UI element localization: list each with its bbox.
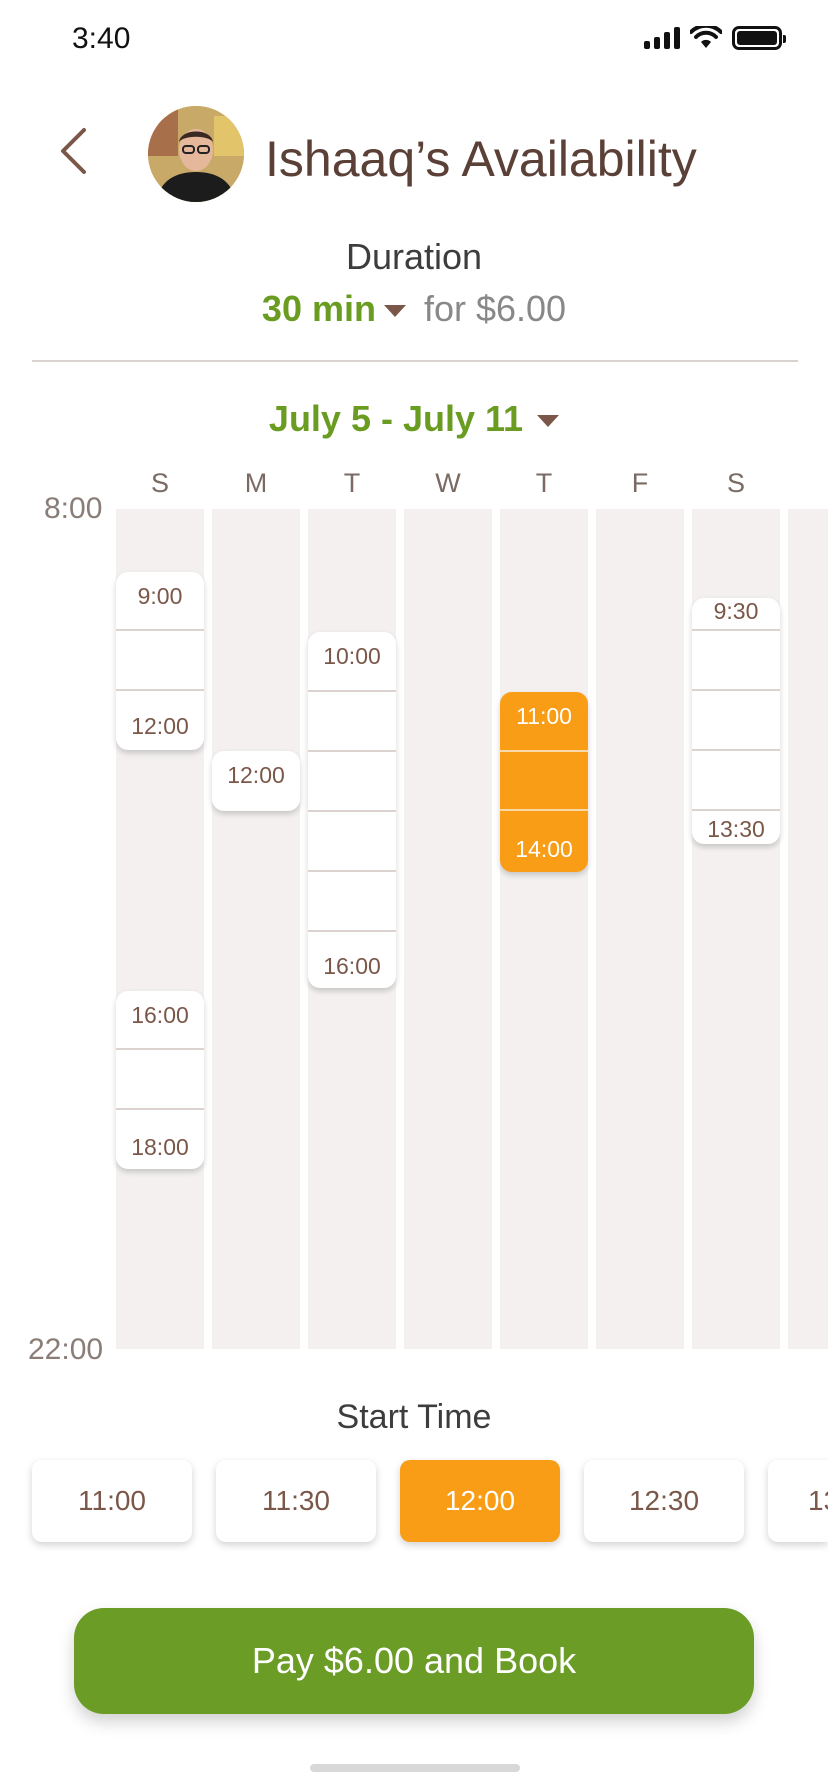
availability-block[interactable]: 10:00 16:00 xyxy=(308,632,396,988)
chevron-left-icon xyxy=(61,128,86,174)
start-time-label: Start Time xyxy=(336,1398,492,1436)
profile-photo xyxy=(148,106,244,202)
availability-block[interactable]: 12:00 xyxy=(212,751,300,811)
start-time-option[interactable]: 11:00 xyxy=(32,1460,192,1542)
block-end-time: 16:00 xyxy=(323,953,381,979)
week-dropdown[interactable]: July 5 - July 11 xyxy=(0,398,828,440)
home-indicator xyxy=(310,1764,520,1772)
wifi-icon xyxy=(690,26,722,48)
caret-down-icon xyxy=(383,305,406,317)
duration-label: Duration xyxy=(345,236,483,277)
day-column-next xyxy=(788,509,828,1349)
day-column-fri xyxy=(596,509,684,1349)
day-column-thu xyxy=(500,509,588,1349)
block-start-time: 16:00 xyxy=(131,1002,189,1028)
day-label-mon: M xyxy=(244,468,268,498)
start-time-option[interactable]: 13:00 xyxy=(768,1460,828,1542)
block-end-time: 14:00 xyxy=(515,836,573,862)
block-start-time: 9:00 xyxy=(137,583,183,609)
duration-value: 30 min xyxy=(261,288,376,329)
time-label-end: 22:00 xyxy=(28,1333,104,1366)
duration-dropdown[interactable]: 30 min xyxy=(262,288,406,330)
availability-block[interactable]: 9:30 13:30 xyxy=(692,598,780,844)
day-label-fri: F xyxy=(631,468,649,498)
block-start-time: 12:00 xyxy=(227,762,285,788)
status-icons xyxy=(644,26,786,50)
block-end-time: 13:30 xyxy=(707,816,765,842)
block-end-time: 18:00 xyxy=(131,1134,189,1160)
block-start-time: 9:30 xyxy=(713,598,759,624)
status-time: 3:40 xyxy=(72,22,131,55)
divider xyxy=(32,360,798,362)
start-time-option[interactable]: 11:30 xyxy=(216,1460,376,1542)
duration-price: for $6.00 xyxy=(423,288,567,329)
day-label-wed: W xyxy=(435,468,461,498)
pay-and-book-button[interactable]: Pay $6.00 and Book xyxy=(74,1608,754,1714)
block-end-time: 12:00 xyxy=(131,713,189,739)
start-time-option[interactable]: 12:30 xyxy=(584,1460,744,1542)
day-label-thu: T xyxy=(535,468,553,498)
cellular-signal-icon xyxy=(644,27,680,49)
day-label-sun: S xyxy=(150,468,169,498)
availability-block-selected[interactable]: 11:00 14:00 xyxy=(500,692,588,872)
day-label-tue: T xyxy=(343,468,361,498)
week-label: July 5 - July 11 xyxy=(268,398,524,439)
status-bar: 3:40 xyxy=(0,0,828,80)
battery-icon xyxy=(732,26,786,50)
availability-block[interactable]: 9:00 12:00 xyxy=(116,572,204,750)
day-column-wed xyxy=(404,509,492,1349)
start-time-option-selected[interactable]: 12:00 xyxy=(400,1460,560,1542)
duration-row: 30 min for $6.00 xyxy=(0,288,828,330)
page-title: Ishaaq’s Availability xyxy=(265,131,697,187)
time-label-start: 8:00 xyxy=(44,492,103,525)
block-start-time: 11:00 xyxy=(516,703,572,729)
block-start-time: 10:00 xyxy=(323,643,381,669)
avatar xyxy=(148,106,244,202)
availability-block[interactable]: 16:00 18:00 xyxy=(116,991,204,1169)
back-button[interactable] xyxy=(48,118,98,184)
day-column-mon xyxy=(212,509,300,1349)
caret-down-icon xyxy=(537,415,560,427)
day-label-sat: S xyxy=(726,468,745,498)
